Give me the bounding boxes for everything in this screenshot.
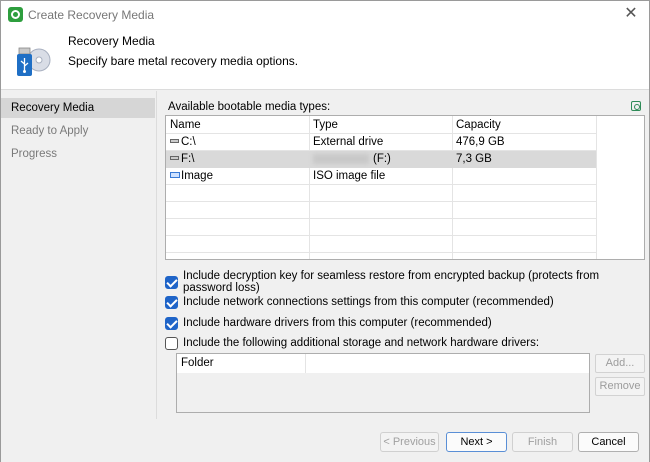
drive-icon	[170, 138, 179, 143]
refresh-icon[interactable]	[631, 101, 641, 111]
veeam-app-icon	[8, 7, 23, 22]
wizard-footer: < Previous Next > Finish Cancel	[1, 419, 649, 462]
cancel-button[interactable]: Cancel	[578, 432, 639, 452]
column-header-folder[interactable]: Folder	[181, 357, 214, 369]
hardware-drivers-option[interactable]: Include hardware drivers from this compu…	[165, 315, 492, 331]
network-settings-checkbox[interactable]	[165, 295, 178, 309]
table-row[interactable]: Image ISO image file	[166, 168, 596, 185]
table-row[interactable]: C:\ External drive 476,9 GB	[166, 134, 596, 151]
step-ready-to-apply[interactable]: Ready to Apply	[1, 121, 155, 141]
step-progress[interactable]: Progress	[1, 144, 155, 164]
remove-driver-button[interactable]: Remove	[595, 377, 645, 396]
usb-drive-icon	[17, 47, 51, 76]
network-settings-option[interactable]: Include network connections settings fro…	[165, 294, 554, 310]
step-recovery-media[interactable]: Recovery Media	[1, 98, 155, 118]
column-header-capacity[interactable]: Capacity	[456, 119, 501, 131]
table-row-selected[interactable]: F:\ (F:) 7,3 GB	[166, 151, 596, 168]
row-type: External drive	[313, 136, 384, 148]
previous-button[interactable]: < Previous	[380, 432, 439, 452]
network-settings-label: Include network connections settings fro…	[183, 296, 554, 308]
header-title: Recovery Media	[68, 34, 155, 48]
finish-button[interactable]: Finish	[512, 432, 573, 452]
driver-folders-table[interactable]: Folder	[176, 353, 590, 413]
row-name: F:\	[181, 153, 195, 165]
decryption-key-label: Include decryption key for seamless rest…	[183, 270, 600, 294]
available-media-label: Available bootable media types:	[168, 101, 331, 113]
row-type: ISO image file	[313, 170, 386, 182]
wizard-steps-sidebar: Recovery Media Ready to Apply Progress	[1, 91, 157, 419]
window-title: Create Recovery Media	[28, 8, 155, 22]
drive-icon	[170, 155, 179, 160]
column-header-name[interactable]: Name	[170, 119, 201, 131]
decryption-key-option[interactable]: Include decryption key for seamless rest…	[165, 270, 649, 294]
row-type: (F:)	[373, 153, 391, 165]
hardware-drivers-label: Include hardware drivers from this compu…	[183, 317, 492, 329]
create-recovery-media-dialog: Create Recovery Media ✕ Recovery Media S…	[0, 0, 650, 462]
close-icon[interactable]: ✕	[621, 5, 641, 25]
media-types-table[interactable]: Name Type Capacity C:\ External drive 47…	[165, 115, 645, 260]
header-subtitle: Specify bare metal recovery media option…	[68, 54, 299, 68]
row-capacity: 7,3 GB	[456, 153, 492, 165]
hardware-drivers-checkbox[interactable]	[165, 316, 178, 330]
iso-image-icon	[170, 171, 180, 178]
wizard-header: Recovery Media Specify bare metal recove…	[1, 28, 649, 90]
column-header-type[interactable]: Type	[313, 119, 338, 131]
next-button[interactable]: Next >	[446, 432, 507, 452]
title-bar: Create Recovery Media ✕	[1, 1, 649, 28]
row-capacity: 476,9 GB	[456, 136, 505, 148]
redacted-label	[313, 153, 369, 164]
row-name: Image	[181, 170, 213, 182]
decryption-key-checkbox[interactable]	[165, 275, 178, 289]
row-name: C:\	[181, 136, 196, 148]
additional-drivers-label: Include the following additional storage…	[183, 337, 540, 349]
add-driver-button[interactable]: Add...	[595, 354, 645, 373]
additional-drivers-option[interactable]: Include the following additional storage…	[165, 335, 539, 351]
main-panel: Available bootable media types: Name Typ…	[157, 91, 649, 419]
additional-drivers-checkbox[interactable]	[165, 336, 178, 350]
